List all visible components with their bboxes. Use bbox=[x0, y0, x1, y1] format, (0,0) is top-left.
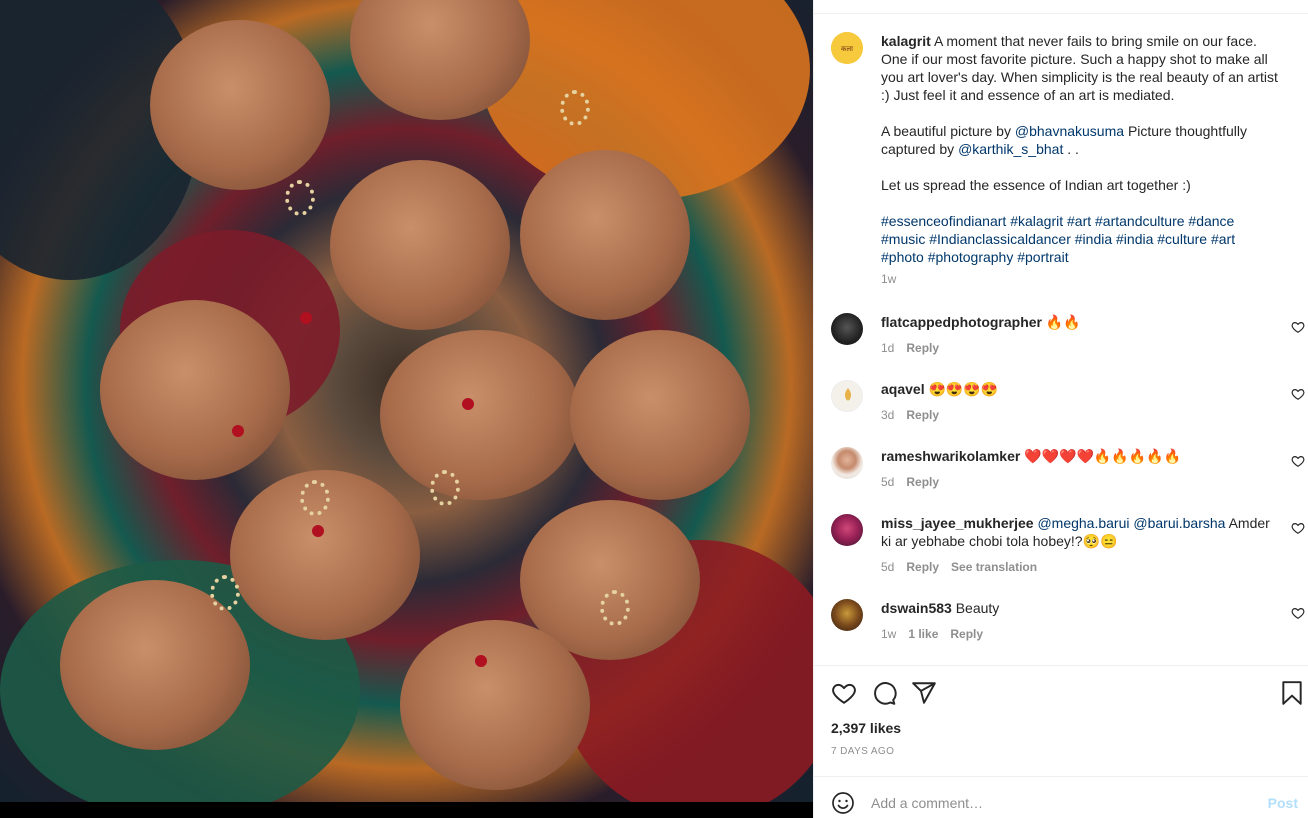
heart-icon[interactable] bbox=[1291, 521, 1305, 535]
avatar[interactable]: कला bbox=[831, 32, 863, 64]
heart-icon[interactable] bbox=[1291, 320, 1305, 334]
face bbox=[100, 300, 290, 480]
avatar[interactable] bbox=[831, 447, 863, 479]
caption-text: A moment that never fails to bring smile… bbox=[881, 33, 1278, 103]
bindi bbox=[312, 525, 324, 537]
heart-icon[interactable] bbox=[1291, 606, 1305, 620]
post-viewer: कला kalagrit A moment that never fails t… bbox=[0, 0, 1308, 818]
reply-button[interactable]: Reply bbox=[906, 341, 939, 355]
caption-text: Let us spread the essence of Indian art … bbox=[881, 177, 1191, 193]
comment-text: ❤️❤️❤️❤️🔥🔥🔥🔥🔥 bbox=[1024, 448, 1182, 464]
bindi bbox=[232, 425, 244, 437]
reply-button[interactable]: Reply bbox=[906, 560, 939, 574]
action-bar bbox=[831, 680, 1302, 708]
caption-text: . . bbox=[1067, 141, 1079, 157]
comment-username[interactable]: aqavel bbox=[881, 381, 925, 397]
caption-time[interactable]: 1w bbox=[881, 272, 896, 286]
comment-time[interactable]: 5d bbox=[881, 560, 894, 574]
earring bbox=[285, 180, 315, 216]
svg-text:कला: कला bbox=[841, 45, 853, 53]
see-translation-button[interactable]: See translation bbox=[951, 560, 1037, 574]
face bbox=[150, 20, 330, 190]
comment-username[interactable]: miss_jayee_mukherjee bbox=[881, 515, 1034, 531]
face bbox=[330, 160, 510, 330]
face bbox=[520, 150, 690, 320]
caption-body: kalagrit A moment that never fails to br… bbox=[881, 32, 1281, 288]
share-icon[interactable] bbox=[911, 680, 937, 706]
comment-text: 🔥🔥 bbox=[1045, 314, 1081, 330]
face bbox=[380, 330, 580, 500]
avatar[interactable] bbox=[831, 380, 863, 412]
posted-time[interactable]: 7 DAYS AGO bbox=[831, 746, 894, 757]
caption-text: A beautiful picture by bbox=[881, 123, 1011, 139]
avatar[interactable] bbox=[831, 514, 863, 546]
caption-username[interactable]: kalagrit bbox=[881, 33, 931, 49]
comment-body: flatcappedphotographer 🔥🔥 1d Reply bbox=[881, 313, 1281, 357]
comment-username[interactable]: flatcappedphotographer bbox=[881, 314, 1042, 330]
comment-body: aqavel 😍😍😍😍 3d Reply bbox=[881, 380, 1281, 424]
mention-link[interactable]: @bhavnakusuma bbox=[1015, 123, 1124, 139]
emoji-icon[interactable] bbox=[831, 791, 855, 815]
comment-time[interactable]: 1d bbox=[881, 341, 894, 355]
comment-icon[interactable] bbox=[871, 680, 897, 706]
comment-body: dswain583 Beauty 1w 1 like Reply bbox=[881, 599, 1281, 643]
likes-count[interactable]: 2,397 likes bbox=[831, 720, 901, 736]
post-button[interactable]: Post bbox=[1268, 795, 1298, 811]
comment-likes[interactable]: 1 like bbox=[908, 627, 938, 641]
like-icon[interactable] bbox=[831, 680, 857, 706]
reply-button[interactable]: Reply bbox=[906, 408, 939, 422]
bindi bbox=[300, 312, 312, 324]
comment-time[interactable]: 3d bbox=[881, 408, 894, 422]
comment-body: rameshwarikolamker ❤️❤️❤️❤️🔥🔥🔥🔥🔥 5d Reply bbox=[881, 447, 1281, 491]
avatar[interactable] bbox=[831, 313, 863, 345]
comment-text: Beauty bbox=[955, 600, 1000, 616]
comment-time[interactable]: 1w bbox=[881, 627, 896, 641]
comments-scroll[interactable]: कला kalagrit A moment that never fails t… bbox=[814, 14, 1308, 665]
earring bbox=[560, 90, 590, 126]
divider bbox=[814, 665, 1308, 666]
hashtags[interactable]: #essenceofindianart #kalagrit #art #arta… bbox=[881, 213, 1235, 265]
mention-link[interactable]: @karthik_s_bhat bbox=[958, 141, 1063, 157]
bindi bbox=[475, 655, 487, 667]
details-panel: कला kalagrit A moment that never fails t… bbox=[813, 0, 1308, 818]
avatar[interactable] bbox=[831, 599, 863, 631]
earring bbox=[300, 480, 330, 516]
reply-button[interactable]: Reply bbox=[950, 627, 983, 641]
comment-body: miss_jayee_mukherjee @megha.barui @barui… bbox=[881, 514, 1271, 576]
bookmark-icon[interactable] bbox=[1279, 680, 1305, 706]
face bbox=[570, 330, 750, 500]
earring bbox=[210, 575, 240, 611]
earring bbox=[600, 590, 630, 626]
comment-input[interactable] bbox=[871, 793, 1251, 813]
photo-bottom-bar bbox=[0, 802, 813, 818]
comment-username[interactable]: dswain583 bbox=[881, 600, 952, 616]
heart-icon[interactable] bbox=[1291, 387, 1305, 401]
mention-link[interactable]: @barui.barsha bbox=[1133, 515, 1225, 531]
add-comment-bar: Post bbox=[814, 777, 1308, 818]
reply-button[interactable]: Reply bbox=[906, 475, 939, 489]
bindi bbox=[462, 398, 474, 410]
earring bbox=[430, 470, 460, 506]
heart-icon[interactable] bbox=[1291, 454, 1305, 468]
comment-username[interactable]: rameshwarikolamker bbox=[881, 448, 1020, 464]
face bbox=[400, 620, 590, 790]
comment-time[interactable]: 5d bbox=[881, 475, 894, 489]
comment-text: 😍😍😍😍 bbox=[928, 381, 999, 397]
post-photo[interactable] bbox=[0, 0, 813, 802]
mention-link[interactable]: @megha.barui bbox=[1037, 515, 1129, 531]
